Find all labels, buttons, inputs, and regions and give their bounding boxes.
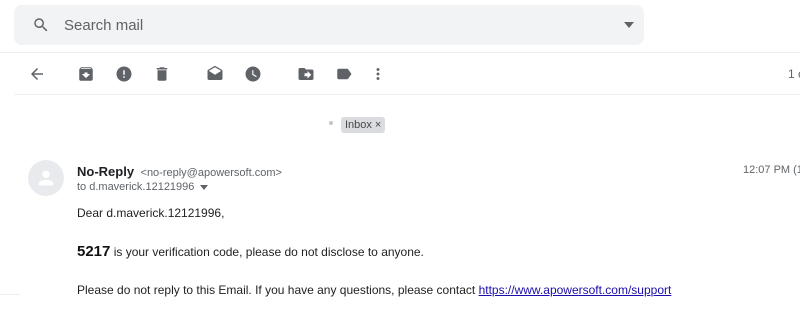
- recipient-text: to d.maverick.12121996: [77, 181, 195, 193]
- search-input[interactable]: [64, 11, 584, 39]
- sender-line: No-Reply <no-reply@apowersoft.com>: [77, 163, 282, 181]
- report-spam-icon: [116, 66, 132, 82]
- snooze-button[interactable]: [243, 64, 263, 84]
- page-count: 1 o: [788, 67, 800, 81]
- labels-button[interactable]: [334, 64, 354, 84]
- support-link[interactable]: https://www.apowersoft.com/support: [479, 283, 672, 297]
- sender-avatar[interactable]: [28, 160, 64, 196]
- recipient-line: to d.maverick.12121996: [77, 181, 209, 193]
- bottom-divider: [0, 294, 20, 295]
- sender-email: <no-reply@apowersoft.com>: [140, 167, 282, 179]
- label-chip-text: Inbox: [345, 119, 372, 131]
- mark-unread-icon: [207, 65, 223, 80]
- gmail-message-view: 1 o Inbox × No-Reply <no-reply@apowersof…: [0, 0, 800, 324]
- mark-as-unread-button[interactable]: [205, 64, 225, 84]
- header-divider: [0, 52, 800, 53]
- verification-message: is your verification code, please do not…: [110, 245, 424, 259]
- disclaimer-line: Please do not reply to this Email. If yo…: [77, 283, 671, 297]
- search-options-dropdown-icon[interactable]: [624, 22, 634, 28]
- archive-button[interactable]: [76, 64, 96, 84]
- labels-row: Inbox ×: [0, 116, 800, 134]
- more-vert-icon: [376, 68, 380, 80]
- report-spam-button[interactable]: [114, 64, 134, 84]
- label-tag-icon: [337, 68, 352, 80]
- label-marker-dot: [329, 121, 333, 125]
- search-bar[interactable]: [14, 5, 644, 45]
- arrow-back-icon: [31, 68, 43, 80]
- back-button[interactable]: [27, 64, 47, 84]
- toolbar-divider: [14, 94, 800, 95]
- disclaimer-text: Please do not reply to this Email. If yo…: [77, 283, 479, 297]
- remove-label-icon[interactable]: ×: [375, 117, 381, 133]
- delete-button[interactable]: [152, 64, 172, 84]
- move-to-button[interactable]: [296, 64, 316, 84]
- show-details-caret-icon[interactable]: [200, 184, 209, 190]
- move-to-folder-icon: [298, 68, 314, 80]
- sender-name[interactable]: No-Reply: [77, 164, 134, 179]
- message-toolbar: 1 o: [0, 60, 800, 88]
- more-options-button[interactable]: [368, 64, 388, 84]
- clock-icon: [245, 66, 261, 82]
- message-timestamp: 12:07 PM (1: [743, 164, 800, 176]
- archive-icon: [79, 67, 93, 81]
- search-icon[interactable]: [32, 16, 50, 34]
- verification-line: 5217 is your verification code, please d…: [77, 243, 424, 260]
- verification-code: 5217: [77, 243, 111, 260]
- label-chip-inbox[interactable]: Inbox ×: [341, 117, 386, 133]
- trash-icon: [156, 67, 168, 81]
- email-greeting: Dear d.maverick.12121996,: [77, 206, 225, 220]
- person-icon: [38, 170, 54, 186]
